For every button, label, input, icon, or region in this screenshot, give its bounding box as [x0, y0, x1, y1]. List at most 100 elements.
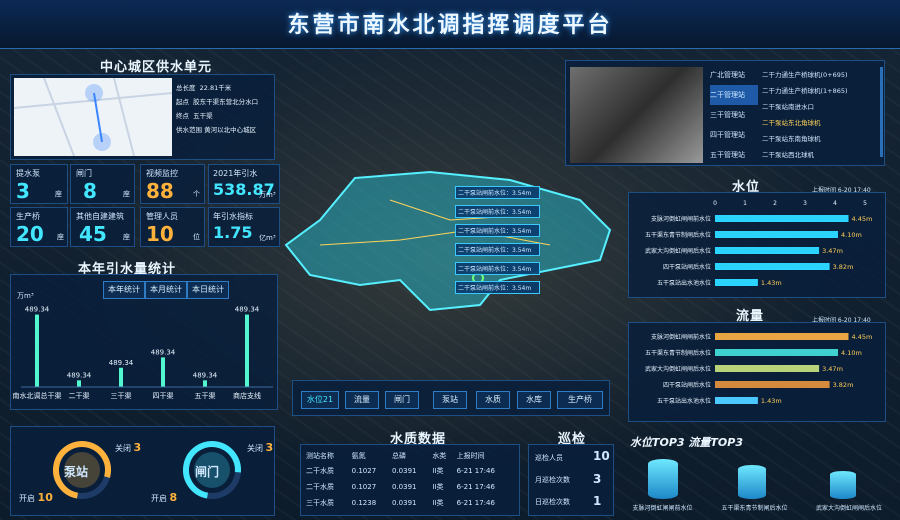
- intake-value-label: 489.34: [151, 348, 176, 356]
- supply-unit-title: 中心城区供水单元: [100, 60, 213, 75]
- intake-category-label: 二干渠: [69, 391, 90, 400]
- bar: [715, 215, 849, 222]
- map-label[interactable]: 二干泵站闸前水位：3.54m: [455, 205, 540, 218]
- bar-category-label: 五干泵站出水池水位: [657, 397, 711, 405]
- station-item[interactable]: 四干管理站: [710, 125, 758, 145]
- bar: [715, 333, 849, 340]
- intake-category-label: 南水北调总干渠: [13, 391, 62, 400]
- tab-bridge[interactable]: 生产桥: [557, 391, 603, 409]
- table-row[interactable]: 二干水质 0.1027 0.0391 II类 6-21 17:46: [305, 463, 517, 479]
- bar-value-label: 4.10m: [841, 231, 862, 239]
- video-feed[interactable]: [570, 67, 703, 163]
- map-label[interactable]: 二干泵站闸前水位：3.54m: [455, 224, 540, 237]
- tab-water-level[interactable]: 水位21: [301, 391, 339, 409]
- camera-list-scrollbar[interactable]: [880, 67, 883, 157]
- station-item[interactable]: 五干管理站: [710, 145, 758, 165]
- water-level-panel: 0 1 2 3 4 5 支脉河倒虹闸闸前水位 4.45m 五干渠东青节制闸后水位 4.10m 武家大…: [628, 192, 886, 298]
- tab-gate[interactable]: 闸门: [385, 391, 419, 409]
- bar-value-label: 4.10m: [841, 349, 862, 357]
- pump-closed: 关闭 3: [115, 441, 142, 454]
- axis-tick-label: 3: [803, 200, 807, 207]
- bar-value-label: 3.47m: [822, 365, 843, 373]
- axis-tick-label: 5: [863, 200, 867, 207]
- station-item[interactable]: 广北管理站: [710, 65, 758, 85]
- top3-cylinder: [830, 471, 856, 499]
- intake-bar: [245, 314, 249, 387]
- camera-item[interactable]: 二干力通生产桥球机(1+865): [762, 83, 877, 99]
- supply-info: 总长度 22.81千米 起点 胶东干渠东营北分水口 终点 五干渠 供水范围 黄河…: [176, 84, 259, 134]
- bar: [715, 247, 820, 254]
- intake-category-label: 四干渠: [153, 391, 174, 400]
- supply-unit-panel: 总长度 22.81千米 起点 胶东干渠东营北分水口 终点 五干渠 供水范围 黄河…: [10, 74, 275, 160]
- camera-item[interactable]: 二干力通生产桥球机(0+695): [762, 67, 877, 83]
- axis-tick-label: 1: [743, 200, 747, 207]
- table-row[interactable]: 三干水质 0.1238 0.0391 II类 6-21 17:46: [305, 495, 517, 511]
- map-labels: 二干泵站闸前水位：3.54m 二干泵站闸前水位：3.54m 二干泵站闸前水位：3…: [455, 186, 540, 294]
- stat-card: 年引水指标 1.75 亿m³: [208, 207, 280, 247]
- bar-value-label: 4.45m: [852, 215, 873, 223]
- top3-title[interactable]: 水位TOP3 流量TOP3: [630, 434, 743, 450]
- tab-flow[interactable]: 流量: [345, 391, 379, 409]
- camera-item-active[interactable]: 二干泵站东北角球机: [762, 115, 877, 131]
- bar-value-label: 3.82m: [833, 381, 854, 389]
- bar: [715, 279, 758, 286]
- stat-card: 管理人员 10 位: [140, 207, 205, 247]
- bar-category-label: 五干渠东青节制闸后水位: [645, 231, 711, 239]
- map-label[interactable]: 二干泵站闸前水位：3.54m: [455, 243, 540, 256]
- bar-category-label: 支脉河倒虹闸闸前水位: [651, 215, 711, 223]
- stats-grid: 提水泵 3 座 闸门 8 座 视频监控 88 个 2021年引水 538.87 …: [10, 164, 280, 248]
- intake-value-label: 489.34: [25, 306, 50, 314]
- camera-list: 二干力通生产桥球机(0+695) 二干力通生产桥球机(1+865) 二干泵站南进…: [762, 67, 877, 163]
- pump-label: 泵站: [64, 465, 89, 479]
- intake-panel: 本年统计 本月统计 本日统计 万m³ 489.34 南水北调总干渠 489.34 二干…: [10, 274, 278, 410]
- axis-tick-label: 0: [713, 200, 717, 207]
- tab-pump[interactable]: 泵站: [433, 391, 467, 409]
- table-row[interactable]: 二干水质 0.1027 0.0391 II类 6-21 17:46: [305, 479, 517, 495]
- station-item[interactable]: 三干管理站: [710, 105, 758, 125]
- bar: [715, 263, 830, 270]
- intake-bar: [35, 314, 39, 387]
- camera-item[interactable]: 二干泵站东南角球机: [762, 131, 877, 147]
- supply-area-map[interactable]: [280, 160, 620, 320]
- map-label[interactable]: 二干泵站闸前水位：3.54m: [455, 262, 540, 275]
- bar-category-label: 五干泵站出水池水位: [657, 279, 711, 287]
- stat-card: 视频监控 88 个: [140, 164, 205, 204]
- station-list: 广北管理站 二干管理站 三干管理站 四干管理站 五干管理站: [710, 65, 758, 165]
- station-item-active[interactable]: 二干管理站: [710, 85, 758, 105]
- quality-table: 测站名称 氨氮 总磷 水类 上报时间 二干水质 0.1027 0.0391 II类 6-21 1…: [305, 449, 517, 511]
- bar-value-label: 4.45m: [852, 333, 873, 341]
- tab-reservoir[interactable]: 水库: [517, 391, 551, 409]
- stat-card: 提水泵 3 座: [10, 164, 68, 204]
- gate-label: 闸门: [195, 465, 220, 479]
- bar-category-label: 武家大沟倒虹闸闸后水位: [645, 247, 711, 255]
- bar-category-label: 四干泵站闸后水位: [663, 263, 711, 271]
- bar-category-label: 武家大沟倒虹闸闸后水位: [645, 365, 711, 373]
- stat-card: 闸门 8 座: [70, 164, 135, 204]
- camera-item[interactable]: 二干泵站南进水口: [762, 99, 877, 115]
- tab-quality[interactable]: 水质: [476, 391, 510, 409]
- flow-panel: 支脉河倒虹闸闸前水位 4.45m 五干渠东青节制闸后水位 4.10m 武家大沟倒虹闸闸后…: [628, 322, 886, 422]
- axis-tick-label: 4: [833, 200, 837, 207]
- intake-value-label: 489.34: [67, 371, 92, 379]
- bar-category-label: 四干泵站闸后水位: [663, 381, 711, 389]
- bar: [715, 231, 838, 238]
- bar: [715, 381, 830, 388]
- top3-panel: 支脉河倒虹闸闸前水位 五干渠东青节制闸后水位 武家大沟倒虹闸闸后水位: [620, 455, 895, 517]
- map-layer-tabs: 水位21 流量 闸门 泵站 水质 水库 生产桥: [292, 380, 610, 416]
- intake-category-label: 五干渠: [195, 391, 216, 400]
- bar: [715, 397, 758, 404]
- pump-gate-panel: 泵站 关闭 3 开启 10 闸门 关闭 3 开启 8: [10, 426, 275, 516]
- stat-card: 2021年引水 538.87 万m³: [208, 164, 280, 204]
- gate-open: 开启 8: [151, 491, 178, 504]
- intake-bar: [161, 357, 165, 387]
- flow-bar-chart: 支脉河倒虹闸闸前水位 4.45m 五干渠东青节制闸后水位 4.10m 武家大沟倒虹闸闸后…: [645, 333, 873, 405]
- camera-item[interactable]: 二干泵站西北球机: [762, 147, 877, 163]
- intake-value-label: 489.34: [235, 306, 260, 314]
- map-label[interactable]: 二干泵站闸前水位：3.54m: [455, 281, 540, 294]
- map-label[interactable]: 二干泵站闸前水位：3.54m: [455, 186, 540, 199]
- axis-tick-label: 2: [773, 200, 777, 207]
- gate-closed: 关闭 3: [247, 441, 274, 454]
- mini-map[interactable]: [13, 77, 173, 157]
- stat-card: 其他自建建筑 45 座: [70, 207, 135, 247]
- top3-cylinder: [648, 459, 678, 499]
